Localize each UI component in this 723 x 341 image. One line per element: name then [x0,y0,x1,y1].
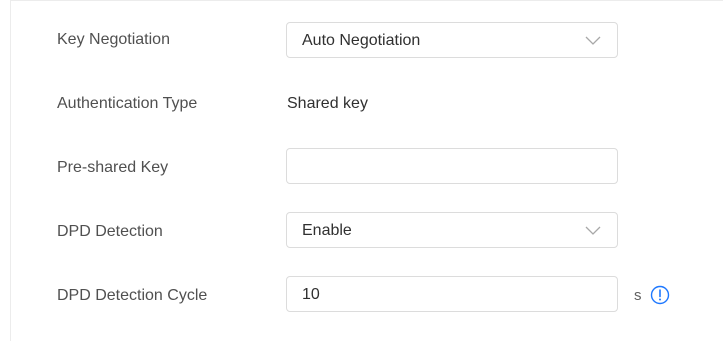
key-negotiation-select[interactable]: Auto Negotiation [286,22,618,58]
panel-top-divider [10,0,723,1]
dpd-detection-cycle-input[interactable]: 10 [286,276,618,312]
dpd-detection-selected-value: Enable [302,222,352,239]
key-negotiation-label: Key Negotiation [57,31,170,48]
pre-shared-key-label: Pre-shared Key [57,159,169,176]
dpd-detection-cycle-value: 10 [302,286,320,303]
dpd-detection-label: DPD Detection [57,223,163,240]
seconds-unit-label: s [634,287,642,304]
pre-shared-key-input[interactable] [286,148,618,184]
dpd-detection-select[interactable]: Enable [286,212,618,248]
authentication-type-value: Shared key [287,95,368,112]
chevron-down-icon [585,226,601,235]
ipsec-settings-panel: Key Negotiation Auto Negotiation Authent… [0,0,723,341]
chevron-down-icon [585,36,601,45]
info-circle-icon[interactable] [650,285,670,305]
panel-left-divider [10,0,11,341]
dpd-detection-cycle-label: DPD Detection Cycle [57,287,208,304]
authentication-type-label: Authentication Type [57,95,198,112]
key-negotiation-selected-value: Auto Negotiation [302,32,421,49]
